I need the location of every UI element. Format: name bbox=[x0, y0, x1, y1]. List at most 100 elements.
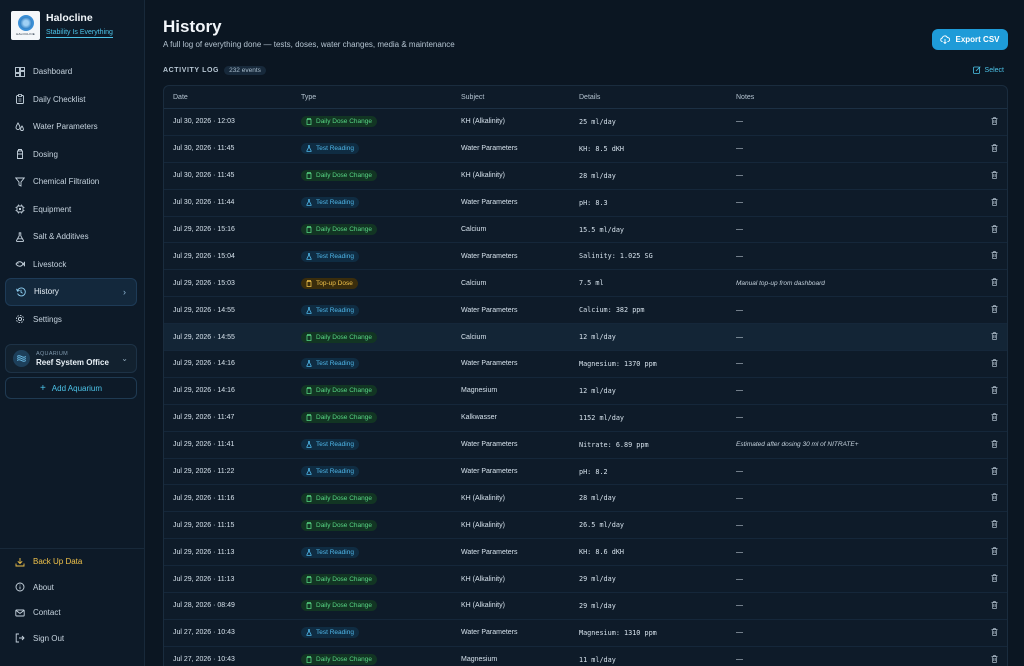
cell-date: Jul 29, 2026 · 15:04 bbox=[173, 252, 235, 260]
cell-type: Daily Dose Change bbox=[301, 492, 461, 504]
trash-icon[interactable] bbox=[991, 493, 998, 503]
table-row[interactable]: Jul 28, 2026 · 08:49 Daily Dose Change KH … bbox=[164, 593, 1007, 620]
sidebar-item-dosing[interactable]: Dosing bbox=[5, 141, 137, 169]
cell-notes: — bbox=[736, 387, 743, 395]
sidebar-item-history[interactable]: History › bbox=[5, 278, 137, 306]
column-notes[interactable]: Notes bbox=[736, 94, 976, 101]
add-aquarium-button[interactable]: + Add Aquarium bbox=[5, 377, 137, 399]
trash-icon[interactable] bbox=[991, 278, 998, 288]
cell-notes: — bbox=[736, 333, 743, 341]
table-row[interactable]: Jul 29, 2026 · 11:13 Test Reading Water Pa… bbox=[164, 539, 1007, 567]
sidebar-item-dashboard[interactable]: Dashboard bbox=[5, 58, 137, 86]
table-row[interactable]: Jul 30, 2026 · 11:44 Test Reading Water Pa… bbox=[164, 190, 1007, 217]
brand[interactable]: HALOCLINE Halocline Stability Is Everyth… bbox=[11, 11, 113, 40]
table-row[interactable]: Jul 29, 2026 · 15:03 Top-up Dose Calcium 7.… bbox=[164, 270, 1007, 298]
table-row[interactable]: Jul 29, 2026 · 15:16 Daily Dose Change Cal… bbox=[164, 217, 1007, 244]
trash-icon[interactable] bbox=[991, 197, 998, 208]
table-row[interactable]: Jul 29, 2026 · 11:16 Daily Dose Change KH … bbox=[164, 485, 1007, 513]
sidebar-item-daily-checklist[interactable]: Daily Checklist bbox=[5, 86, 137, 114]
cell-type: Daily Dose Change bbox=[301, 600, 461, 612]
type-badge-label: Top-up Dose bbox=[316, 279, 353, 287]
cell-notes: — bbox=[736, 360, 743, 368]
table-row[interactable]: Jul 30, 2026 · 11:45 Test Reading Water Pa… bbox=[164, 136, 1007, 163]
cell-subject: Water Parameters bbox=[461, 252, 518, 260]
cell-notes: — bbox=[736, 199, 743, 207]
chevron-right-icon: › bbox=[123, 286, 126, 297]
sidebar-bottom-item-about[interactable]: About bbox=[5, 575, 137, 601]
trash-icon[interactable] bbox=[991, 574, 998, 584]
trash-icon[interactable] bbox=[991, 117, 998, 127]
aquarium-selector[interactable]: AQUARIUM Reef System Office ⌄ bbox=[5, 344, 137, 373]
table-row[interactable]: Jul 29, 2026 · 14:16 Daily Dose Change Mag… bbox=[164, 378, 1007, 405]
cell-subject: KH (Alkalinity) bbox=[461, 494, 505, 502]
table-row[interactable]: Jul 29, 2026 · 14:55 Test Reading Water Pa… bbox=[164, 297, 1007, 325]
column-type[interactable]: Type bbox=[301, 94, 461, 101]
sidebar-bottom-item-label: About bbox=[33, 582, 54, 592]
table-row[interactable]: Jul 27, 2026 · 10:43 Daily Dose Change Mag… bbox=[164, 647, 1007, 666]
table-row[interactable]: Jul 30, 2026 · 12:03 Daily Dose Change KH … bbox=[164, 109, 1007, 136]
table-row[interactable]: Jul 29, 2026 · 11:47 Daily Dose Change Kal… bbox=[164, 405, 1007, 432]
export-csv-button[interactable]: Export CSV bbox=[932, 29, 1008, 50]
table-row[interactable]: Jul 29, 2026 · 15:04 Test Reading Water Pa… bbox=[164, 243, 1007, 271]
sidebar-item-label: Salt & Additives bbox=[33, 232, 89, 242]
select-button[interactable]: Select bbox=[972, 66, 1004, 74]
trash-icon[interactable] bbox=[991, 251, 998, 261]
type-badge: Test Reading bbox=[301, 439, 359, 451]
sidebar-item-label: History bbox=[34, 287, 59, 297]
sidebar-item-settings[interactable]: Settings bbox=[5, 306, 137, 334]
trash-icon[interactable] bbox=[991, 386, 998, 396]
trash-icon[interactable] bbox=[991, 601, 998, 611]
sidebar-item-livestock[interactable]: Livestock bbox=[5, 251, 137, 279]
sidebar-bottom-item-sign-out[interactable]: Sign Out bbox=[5, 626, 137, 652]
type-badge: Test Reading bbox=[301, 358, 359, 370]
cell-details: Nitrate: 6.89 ppm bbox=[579, 440, 649, 449]
table-header: Date Type Subject Details Notes bbox=[164, 86, 1007, 109]
column-details[interactable]: Details bbox=[579, 94, 736, 101]
sidebar-item-water-parameters[interactable]: Water Parameters bbox=[5, 113, 137, 141]
cell-date: Jul 30, 2026 · 11:45 bbox=[173, 145, 235, 153]
mail-icon bbox=[15, 608, 25, 618]
trash-icon[interactable] bbox=[991, 520, 998, 530]
flask-icon bbox=[306, 306, 312, 314]
trash-icon[interactable] bbox=[991, 547, 998, 557]
table-row[interactable]: Jul 29, 2026 · 11:13 Daily Dose Change KH … bbox=[164, 566, 1007, 594]
sidebar-bottom-item-back-up-data[interactable]: Back Up Data bbox=[5, 549, 137, 575]
cell-type: Test Reading bbox=[301, 627, 461, 639]
trash-icon[interactable] bbox=[991, 359, 998, 369]
trash-icon[interactable] bbox=[991, 412, 998, 423]
trash-icon[interactable] bbox=[991, 439, 998, 450]
table-row[interactable]: Jul 29, 2026 · 11:22 Test Reading Water Pa… bbox=[164, 459, 1007, 486]
table-row[interactable]: Jul 29, 2026 · 14:55 Daily Dose Change Cal… bbox=[164, 324, 1007, 352]
sidebar-bottom-item-contact[interactable]: Contact bbox=[5, 600, 137, 626]
type-badge-label: Daily Dose Change bbox=[316, 172, 373, 180]
trash-icon[interactable] bbox=[991, 466, 998, 477]
cell-details: 25 ml/day bbox=[579, 117, 616, 126]
table-row[interactable]: Jul 29, 2026 · 11:15 Daily Dose Change KH … bbox=[164, 512, 1007, 540]
cell-type: Daily Dose Change bbox=[301, 224, 461, 235]
cell-details: 26.5 ml/day bbox=[579, 521, 625, 530]
cell-type: Daily Dose Change bbox=[301, 519, 461, 531]
trash-icon[interactable] bbox=[991, 655, 998, 665]
sidebar-item-salt-additives[interactable]: Salt & Additives bbox=[5, 223, 137, 251]
app-tagline: Stability Is Everything bbox=[46, 29, 113, 38]
trash-icon[interactable] bbox=[991, 628, 998, 638]
cell-details: Magnesium: 1310 ppm bbox=[579, 628, 657, 637]
column-date[interactable]: Date bbox=[164, 94, 301, 101]
sidebar-bottom-item-label: Contact bbox=[33, 608, 61, 618]
backup-icon bbox=[15, 557, 25, 567]
table-row[interactable]: Jul 29, 2026 · 11:41 Test Reading Water Pa… bbox=[164, 432, 1007, 459]
table-row[interactable]: Jul 29, 2026 · 14:16 Test Reading Water Pa… bbox=[164, 351, 1007, 378]
trash-icon[interactable] bbox=[991, 224, 998, 235]
table-row[interactable]: Jul 27, 2026 · 10:43 Test Reading Water Pa… bbox=[164, 620, 1007, 647]
trash-icon[interactable] bbox=[991, 332, 998, 342]
trash-icon[interactable] bbox=[991, 305, 998, 315]
page-subtitle: A full log of everything done — tests, d… bbox=[163, 40, 455, 49]
sidebar-item-equipment[interactable]: Equipment bbox=[5, 196, 137, 224]
column-subject[interactable]: Subject bbox=[461, 94, 579, 101]
cell-notes: — bbox=[736, 414, 743, 422]
trash-icon[interactable] bbox=[991, 170, 998, 181]
trash-icon[interactable] bbox=[991, 144, 998, 154]
sidebar-item-chemical-filtration[interactable]: Chemical Filtration bbox=[5, 168, 137, 196]
type-badge-label: Daily Dose Change bbox=[316, 602, 373, 610]
table-row[interactable]: Jul 30, 2026 · 11:45 Daily Dose Change KH … bbox=[164, 163, 1007, 190]
